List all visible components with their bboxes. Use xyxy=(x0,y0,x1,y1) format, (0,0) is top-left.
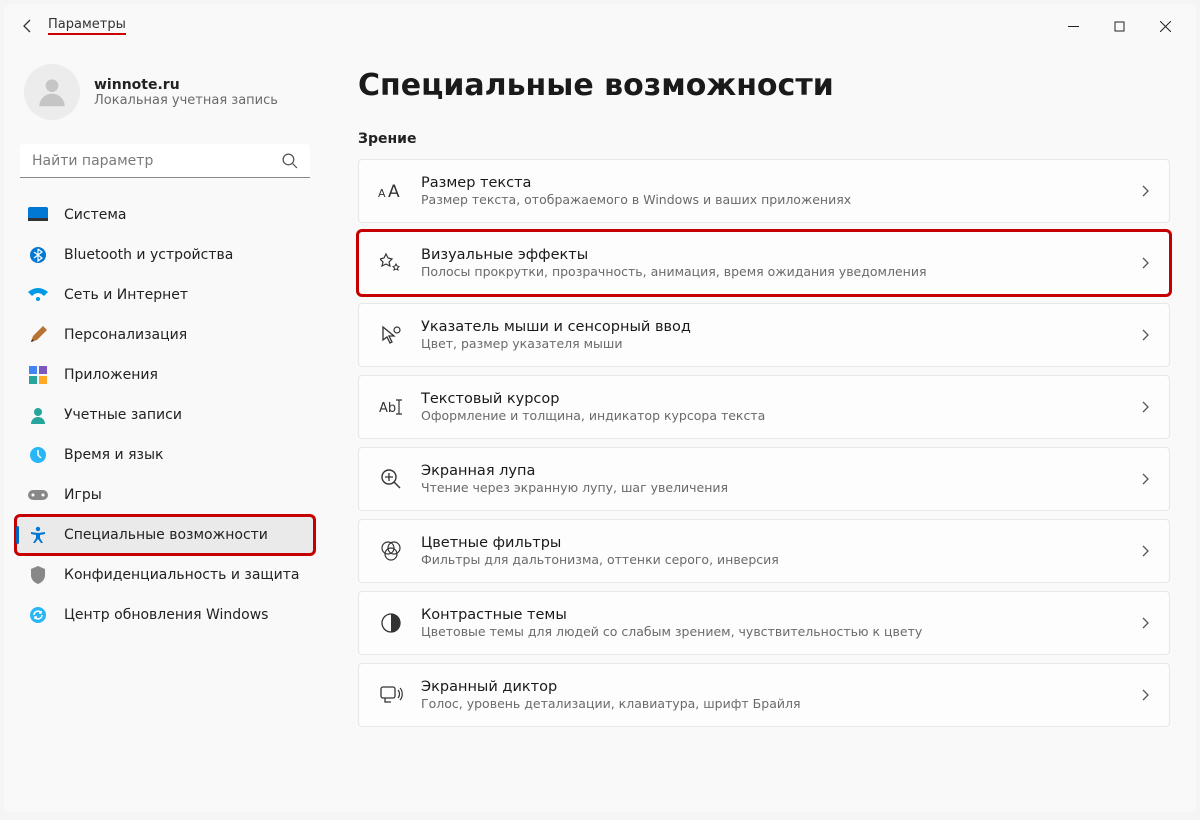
setting-card-colorfilter[interactable]: Цветные фильтрыФильтры для дальтонизма, … xyxy=(358,519,1170,583)
card-title: Экранная лупа xyxy=(421,463,1139,479)
card-title: Размер текста xyxy=(421,175,1139,191)
card-subtitle: Размер текста, отображаемого в Windows и… xyxy=(421,192,1139,207)
svg-text:A: A xyxy=(378,187,386,200)
apps-icon xyxy=(28,365,48,385)
account-type: Локальная учетная запись xyxy=(94,93,278,108)
maximize-button[interactable] xyxy=(1096,10,1142,42)
card-subtitle: Чтение через экранную лупу, шаг увеличен… xyxy=(421,480,1139,495)
sidebar-item-label: Сеть и Интернет xyxy=(64,287,188,303)
setting-card-textsize[interactable]: AA Размер текстаРазмер текста, отображаем… xyxy=(358,159,1170,223)
sidebar-item-label: Приложения xyxy=(64,367,158,383)
sidebar-item-privacy[interactable]: Конфиденциальность и защита xyxy=(16,556,314,594)
svg-text:Ab: Ab xyxy=(379,401,396,416)
card-subtitle: Цветовые темы для людей со слабым зрение… xyxy=(421,624,1139,639)
search-input[interactable] xyxy=(20,144,310,178)
titlebar: Параметры xyxy=(4,4,1196,48)
sidebar-item-label: Система xyxy=(64,207,126,223)
bluetooth-icon xyxy=(28,245,48,265)
setting-card-pointer[interactable]: Указатель мыши и сенсорный вводЦвет, раз… xyxy=(358,303,1170,367)
sidebar-item-update[interactable]: Центр обновления Windows xyxy=(16,596,314,634)
sidebar-item-label: Персонализация xyxy=(64,327,187,343)
wifi-icon xyxy=(28,285,48,305)
textsize-icon: AA xyxy=(377,177,405,205)
close-button[interactable] xyxy=(1142,10,1188,42)
card-subtitle: Оформление и толщина, индикатор курсора … xyxy=(421,408,1139,423)
search-wrap xyxy=(20,144,310,178)
textcursor-icon: Ab xyxy=(377,393,405,421)
settings-cards: AA Размер текстаРазмер текста, отображаем… xyxy=(358,159,1170,731)
card-subtitle: Фильтры для дальтонизма, оттенки серого,… xyxy=(421,552,1139,567)
settings-window: Параметры winnote.ru Локальная учетная з… xyxy=(4,4,1196,812)
card-title: Контрастные темы xyxy=(421,607,1139,623)
sidebar-item-label: Учетные записи xyxy=(64,407,182,423)
sidebar-item-system[interactable]: Система xyxy=(16,196,314,234)
chevron-right-icon xyxy=(1139,326,1151,345)
sidebar-item-accessibility[interactable]: Специальные возможности xyxy=(16,516,314,554)
games-icon xyxy=(28,485,48,505)
card-subtitle: Цвет, размер указателя мыши xyxy=(421,336,1139,351)
personalize-icon xyxy=(28,325,48,345)
card-title: Экранный диктор xyxy=(421,679,1139,695)
avatar xyxy=(24,64,80,120)
sidebar-item-time[interactable]: Время и язык xyxy=(16,436,314,474)
sidebar-item-personalize[interactable]: Персонализация xyxy=(16,316,314,354)
contrast-icon xyxy=(377,609,405,637)
privacy-icon xyxy=(28,565,48,585)
window-controls xyxy=(1050,10,1188,42)
card-title: Цветные фильтры xyxy=(421,535,1139,551)
accounts-icon xyxy=(28,405,48,425)
chevron-right-icon xyxy=(1139,398,1151,417)
card-title: Текстовый курсор xyxy=(421,391,1139,407)
setting-card-textcursor[interactable]: Ab Текстовый курсорОформление и толщина, … xyxy=(358,375,1170,439)
chevron-right-icon xyxy=(1139,686,1151,705)
effects-icon xyxy=(377,249,405,277)
sidebar: winnote.ru Локальная учетная запись Сист… xyxy=(4,48,322,812)
sidebar-item-label: Игры xyxy=(64,487,102,503)
app-title: Параметры xyxy=(48,17,126,35)
sidebar-item-apps[interactable]: Приложения xyxy=(16,356,314,394)
sidebar-item-label: Bluetooth и устройства xyxy=(64,247,233,263)
chevron-right-icon xyxy=(1139,182,1151,201)
time-icon xyxy=(28,445,48,465)
setting-card-effects[interactable]: Визуальные эффектыПолосы прокрутки, проз… xyxy=(358,231,1170,295)
pointer-icon xyxy=(377,321,405,349)
account-name: winnote.ru xyxy=(94,77,278,93)
sidebar-item-label: Специальные возможности xyxy=(64,527,268,543)
sidebar-item-label: Центр обновления Windows xyxy=(64,607,268,623)
back-button[interactable] xyxy=(12,10,44,42)
system-icon xyxy=(28,205,48,225)
chevron-right-icon xyxy=(1139,254,1151,273)
sidebar-item-label: Конфиденциальность и защита xyxy=(64,567,299,583)
svg-text:A: A xyxy=(388,182,400,201)
accessibility-icon xyxy=(28,525,48,545)
update-icon xyxy=(28,605,48,625)
sidebar-item-bluetooth[interactable]: Bluetooth и устройства xyxy=(16,236,314,274)
sidebar-item-wifi[interactable]: Сеть и Интернет xyxy=(16,276,314,314)
chevron-right-icon xyxy=(1139,470,1151,489)
chevron-right-icon xyxy=(1139,542,1151,561)
narrator-icon xyxy=(377,681,405,709)
page-title: Специальные возможности xyxy=(358,68,1170,103)
account-block[interactable]: winnote.ru Локальная учетная запись xyxy=(16,56,314,138)
section-title: Зрение xyxy=(358,131,1170,147)
setting-card-magnifier[interactable]: Экранная лупаЧтение через экранную лупу,… xyxy=(358,447,1170,511)
card-subtitle: Голос, уровень детализации, клавиатура, … xyxy=(421,696,1139,711)
search-icon xyxy=(281,152,298,173)
card-subtitle: Полосы прокрутки, прозрачность, анимация… xyxy=(421,264,1139,279)
nav-list: Система Bluetooth и устройства Сеть и Инте… xyxy=(16,196,314,634)
setting-card-contrast[interactable]: Контрастные темыЦветовые темы для людей … xyxy=(358,591,1170,655)
minimize-button[interactable] xyxy=(1050,10,1096,42)
card-title: Указатель мыши и сенсорный ввод xyxy=(421,319,1139,335)
sidebar-item-games[interactable]: Игры xyxy=(16,476,314,514)
chevron-right-icon xyxy=(1139,614,1151,633)
sidebar-item-label: Время и язык xyxy=(64,447,163,463)
main-content: Специальные возможности Зрение AA Размер … xyxy=(322,48,1196,812)
colorfilter-icon xyxy=(377,537,405,565)
card-title: Визуальные эффекты xyxy=(421,247,1139,263)
setting-card-narrator[interactable]: Экранный дикторГолос, уровень детализаци… xyxy=(358,663,1170,727)
sidebar-item-accounts[interactable]: Учетные записи xyxy=(16,396,314,434)
magnifier-icon xyxy=(377,465,405,493)
